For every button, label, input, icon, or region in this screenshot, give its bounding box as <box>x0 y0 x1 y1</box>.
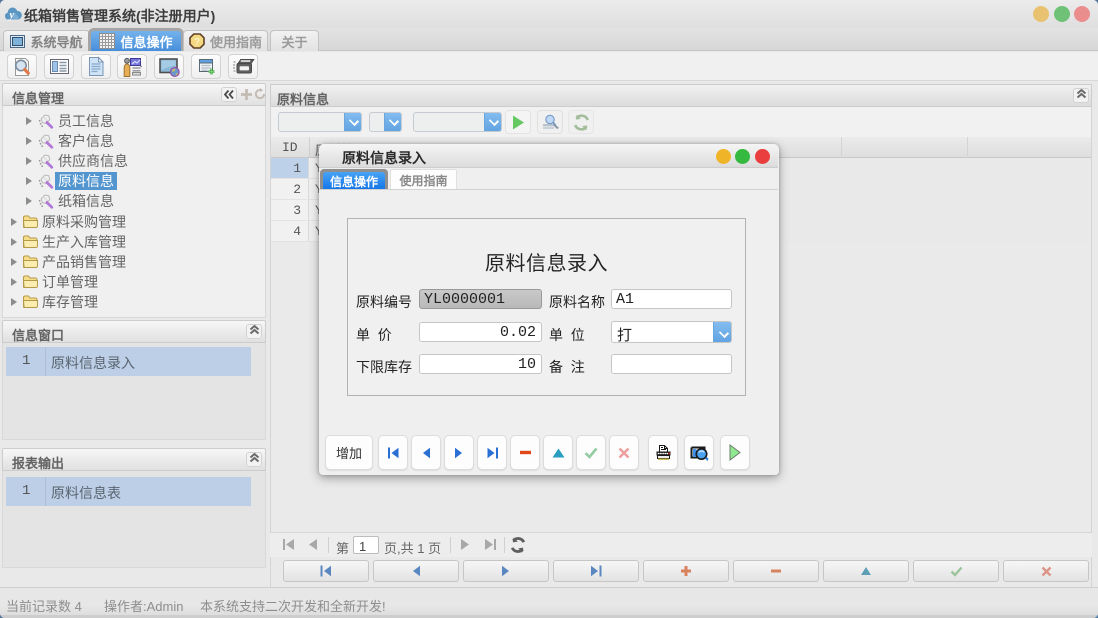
svg-text:?: ? <box>194 37 200 48</box>
svg-text:y: y <box>9 10 15 21</box>
